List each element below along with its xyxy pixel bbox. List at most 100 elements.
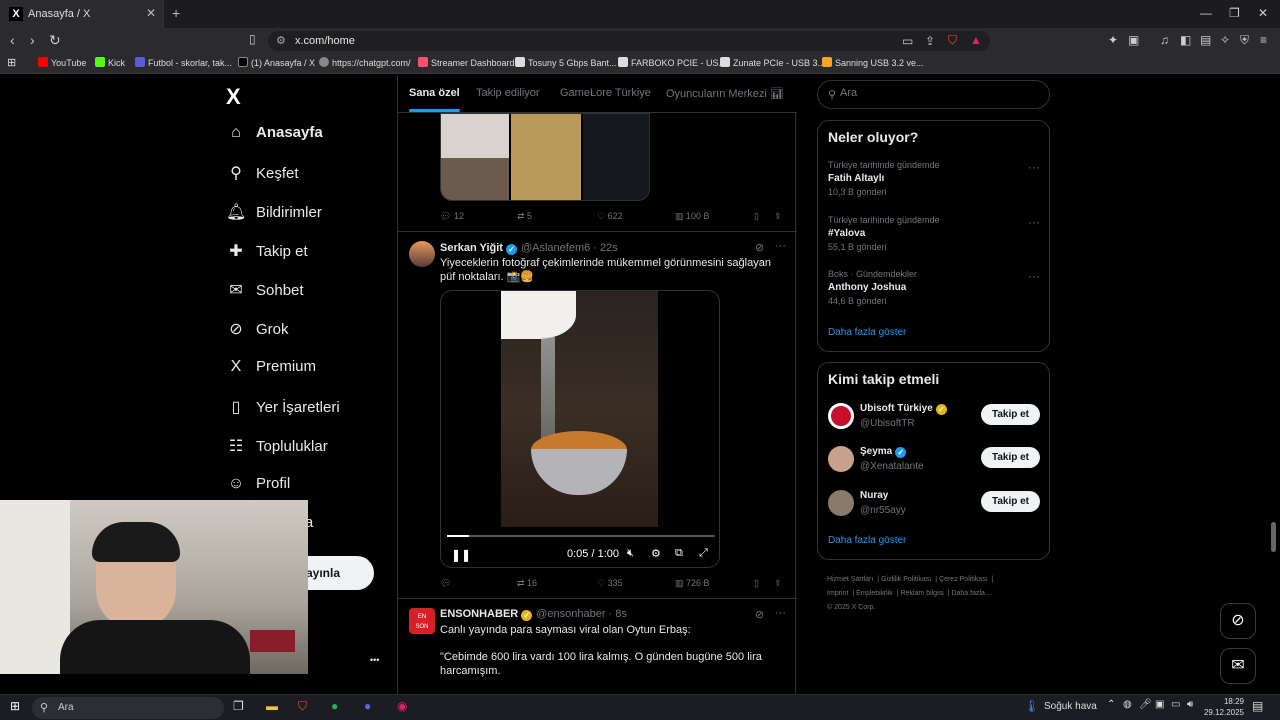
show-hidden-icons[interactable]: ⌃ bbox=[1107, 699, 1115, 710]
footer-link[interactable]: Imprint bbox=[827, 590, 848, 597]
tab-gamelore-turkiye[interactable]: GameLore Türkiye bbox=[560, 87, 651, 99]
close-tab-icon[interactable]: ✕ bbox=[146, 6, 156, 20]
music-icon[interactable]: ♫ bbox=[1160, 33, 1169, 47]
repost-button[interactable]: ⇄ 16 bbox=[517, 578, 537, 589]
video-player[interactable]: ❚❚ 0:05 / 1:00 🔇︎ ⚙ ⧉ ⤢ bbox=[440, 290, 720, 568]
footer-link[interactable]: Çerez Politikası bbox=[939, 576, 988, 583]
sidebar-item-profil[interactable]: ☺ Profil bbox=[226, 475, 290, 501]
follow-suggestion[interactable]: Nuray @nr55ayy Takip et bbox=[828, 490, 1040, 520]
share-icon[interactable]: ⇪ bbox=[774, 578, 782, 589]
reply-button[interactable]: 💬︎ 12 bbox=[440, 211, 464, 222]
video-frame[interactable] bbox=[501, 291, 658, 527]
follow-suggestion[interactable]: Şeyma ✓ @Xenatalante Takip et bbox=[828, 446, 1040, 476]
follow-button[interactable]: Takip et bbox=[981, 404, 1040, 425]
cast-icon[interactable]: ▭ bbox=[902, 34, 913, 48]
avatar[interactable] bbox=[828, 446, 854, 472]
wallet-icon[interactable]: ▤ bbox=[1200, 33, 1211, 47]
like-button[interactable]: ♡ 335 bbox=[597, 578, 623, 589]
tweet-ensonhaber[interactable]: EN SON ENSONHABER ✓ @ensonhaber · 8s ⊘ ··· … bbox=[398, 600, 797, 694]
reply-button[interactable]: 💬︎ bbox=[440, 578, 451, 589]
clock-date[interactable]: 29.12.2025 bbox=[1200, 708, 1244, 717]
trend-item[interactable]: Boks · Gündemdekiler Anthony Joshua 44,6… bbox=[828, 269, 1040, 306]
repost-button[interactable]: ⇄ 5 bbox=[517, 211, 532, 222]
tab-takip-ediliyor[interactable]: Takip ediliyor bbox=[476, 87, 540, 99]
tweet-author[interactable]: Serkan Yiğit ✓ @Aslanefem6 · 22s bbox=[440, 242, 618, 255]
bookmark-tosuny[interactable]: Tosuny 5 Gbps Bant... bbox=[515, 57, 617, 68]
microphone-icon[interactable]: 🎤︎ bbox=[1139, 699, 1152, 710]
trend-item[interactable]: Türkiye tarihinde gündemde #Yalova 55,1 … bbox=[828, 215, 1040, 252]
sidebar-item-kesfet[interactable]: ⚲ Keşfet bbox=[226, 163, 298, 189]
brave-browser-icon[interactable]: ⛉ bbox=[298, 699, 307, 714]
views-button[interactable]: ▥ 726 B bbox=[675, 578, 710, 589]
weather-icon[interactable]: 🌡︎ bbox=[1024, 699, 1039, 713]
restore-icon[interactable]: ❐ bbox=[1229, 6, 1240, 20]
bookmark-kick[interactable]: Kick bbox=[95, 57, 125, 68]
more-options-icon[interactable]: ··· bbox=[1028, 160, 1040, 174]
sidebar-item-takip-et[interactable]: ✚ Takip et bbox=[226, 241, 307, 267]
forward-icon[interactable]: › bbox=[30, 32, 35, 48]
pause-icon[interactable]: ❚❚ bbox=[451, 548, 471, 562]
vpn-icon[interactable]: ⛨ bbox=[1240, 33, 1249, 48]
new-tab-button[interactable]: + bbox=[172, 5, 180, 21]
file-explorer-icon[interactable]: ▬ bbox=[266, 699, 278, 713]
tweet-previous[interactable]: 💬︎ 12 ⇄ 5 ♡ 622 ▥ 100 B ▯ ⇪ bbox=[398, 113, 797, 232]
settings-icon[interactable]: ⚙ bbox=[651, 547, 661, 560]
footer-link[interactable]: Reklam bilgisi bbox=[901, 590, 944, 597]
more-options-icon[interactable]: ··· bbox=[775, 607, 786, 619]
account-menu-dots[interactable]: ••• bbox=[370, 655, 379, 681]
footer-link[interactable]: Hizmet Şartları bbox=[827, 576, 873, 583]
notifications-icon[interactable]: ▤ bbox=[1252, 699, 1263, 713]
task-view-icon[interactable]: ❐ bbox=[233, 699, 244, 713]
avatar[interactable] bbox=[828, 403, 854, 429]
show-more-link[interactable]: Daha fazla göster bbox=[828, 535, 906, 546]
x-logo[interactable]: X bbox=[226, 84, 241, 110]
sidebar-item-topluluklar[interactable]: ☷ Topluluklar bbox=[226, 436, 328, 462]
sidebar-item-anasayfa[interactable]: ⌂ Anasayfa bbox=[226, 124, 323, 150]
bookmark-icon[interactable]: ▯ bbox=[754, 578, 759, 589]
more-options-icon[interactable]: ··· bbox=[775, 240, 786, 252]
video-progress-bar[interactable] bbox=[447, 535, 715, 537]
close-window-icon[interactable]: ✕ bbox=[1258, 6, 1268, 20]
leo-ai-icon[interactable]: ✧ bbox=[1220, 33, 1230, 47]
sidebar-toggle-icon[interactable]: ◧ bbox=[1180, 33, 1191, 47]
footer-link[interactable]: Erişilebilirlik bbox=[856, 590, 893, 597]
follow-button[interactable]: Takip et bbox=[981, 447, 1040, 468]
url-text[interactable]: x.com/home bbox=[295, 35, 355, 47]
site-settings-icon[interactable]: ⚙ bbox=[276, 34, 286, 47]
windows-start-icon[interactable]: ⊞ bbox=[10, 699, 20, 713]
search-box[interactable]: ⚲ bbox=[817, 80, 1050, 109]
brave-rewards-icon[interactable]: ▲ bbox=[970, 33, 982, 47]
bookmark-streamer-dashboard[interactable]: Streamer Dashboard bbox=[418, 57, 515, 68]
grok-explain-icon[interactable]: ⊘ bbox=[755, 241, 764, 254]
messages-fab-icon[interactable]: ✉ bbox=[1220, 648, 1256, 684]
clock-time[interactable]: 18:29 bbox=[1200, 697, 1244, 706]
address-bar[interactable]: ⚙ x.com/home ▭ ⇪ ⛉ ▲ bbox=[268, 31, 990, 51]
bookmark-futbol[interactable]: Futbol - skorlar, tak... bbox=[135, 57, 232, 68]
back-icon[interactable]: ‹ bbox=[10, 32, 15, 48]
share-icon[interactable]: ⇪ bbox=[774, 211, 782, 222]
menu-icon[interactable]: ≡ bbox=[1260, 33, 1267, 47]
tweet-image-grid[interactable] bbox=[440, 113, 650, 201]
follow-suggestion[interactable]: Ubisoft Türkiye ✓ @UbisoftTR Takip et bbox=[828, 403, 1040, 433]
volume-icon[interactable]: 🔊︎ bbox=[1187, 699, 1193, 710]
obs-icon[interactable]: ◉ bbox=[397, 699, 407, 713]
more-options-icon[interactable]: ··· bbox=[1028, 269, 1040, 283]
brave-shield-icon[interactable]: ⛉ bbox=[948, 33, 957, 48]
avatar[interactable]: EN SON bbox=[409, 608, 435, 634]
fullscreen-icon[interactable]: ⤢ bbox=[699, 547, 708, 560]
browser-tab[interactable]: X Anasayfa / X ✕ bbox=[0, 0, 164, 28]
tab-oyuncularin-merkezi[interactable]: Oyuncuların Merkezi 📊︎ bbox=[666, 87, 784, 100]
sidebar-item-yer-isaretleri[interactable]: ▯ Yer İşaretleri bbox=[226, 397, 340, 423]
more-options-icon[interactable]: ··· bbox=[1028, 215, 1040, 229]
bookmark-youtube[interactable]: YouTube bbox=[38, 57, 86, 68]
spotify-icon[interactable]: ● bbox=[331, 699, 338, 713]
weather-text[interactable]: Soğuk hava bbox=[1044, 701, 1097, 712]
mute-icon[interactable]: 🔇︎ bbox=[627, 547, 634, 560]
apps-grid-icon[interactable]: ⊞ bbox=[7, 56, 16, 69]
footer-link[interactable]: Daha fazla ... bbox=[951, 590, 992, 597]
show-more-link[interactable]: Daha fazla göster bbox=[828, 327, 906, 338]
bookmark-chatgpt[interactable]: https://chatgpt.com/ bbox=[319, 57, 411, 68]
like-button[interactable]: ♡ 622 bbox=[597, 211, 623, 222]
bookmark-page-icon[interactable]: ▯ bbox=[249, 32, 256, 46]
bookmark-zunate[interactable]: Zunate PCIe - USB 3... bbox=[720, 57, 825, 68]
